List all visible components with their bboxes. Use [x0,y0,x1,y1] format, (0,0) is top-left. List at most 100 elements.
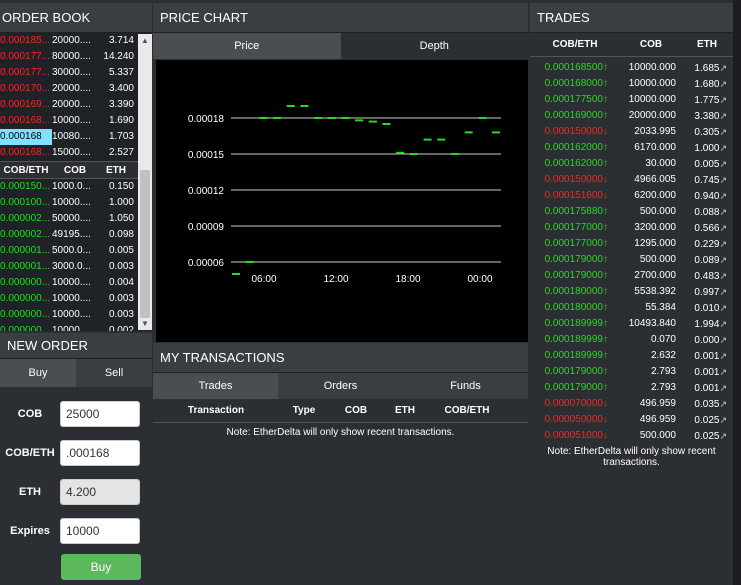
eth-label: ETH [19,485,41,498]
trades-list: 0.000168500↑ 10000.000 1.685↗ 0.000168000↑ 1… [530,57,733,444]
order-book-panel: ORDER BOOK 0.000185... 20000.... 3.714 0.00… [0,3,152,331]
external-link-icon[interactable]: ↗ [719,175,727,185]
trade-price: 0.000189999↑ [530,332,608,348]
trade-price-text: 0.000150000 [544,126,603,137]
tab-funds[interactable]: Funds [403,373,528,399]
external-link-icon[interactable]: ↗ [719,191,727,201]
trade-price: 0.000179000↑ [530,268,608,284]
external-link-icon[interactable]: ↗ [719,79,727,89]
col-transaction: Transaction [187,405,245,416]
order-book-total: 3.714 [108,35,134,46]
order-book-row[interactable]: 0.000168 10080.... 1.703 [0,129,138,145]
order-book-row[interactable]: 0.000100... 10000.... 1.000 [0,195,138,211]
order-book-row[interactable]: 0.000000... 10000.... 0.003 [0,291,138,307]
external-link-icon[interactable]: ↗ [719,239,727,249]
trade-eth: 0.005↗ [676,156,730,172]
order-book-row[interactable]: 0.000150... 1000.0... 0.150 [0,179,138,195]
trade-eth: 0.025↗ [676,412,730,428]
order-book-price: 0.000002... [0,213,51,224]
trade-row: 0.000168500↑ 10000.000 1.685↗ [530,60,733,76]
tab-trades[interactable]: Trades [153,373,278,399]
tab-price[interactable]: Price [153,33,341,59]
scroll-thumb[interactable] [140,170,150,318]
trade-eth-text: 0.745 [694,175,720,186]
trade-row: 0.000051000↓ 500.000 0.025↗ [530,428,733,444]
order-book-total: 3.400 [108,83,134,94]
external-link-icon[interactable]: ↗ [719,63,727,73]
trade-cob: 10000.000 [628,62,676,73]
external-link-icon[interactable]: ↗ [719,383,727,393]
order-book-row[interactable]: 0.000170... 20000.... 3.400 [0,81,138,97]
tab-buy[interactable]: Buy [0,359,76,387]
external-link-icon[interactable]: ↗ [719,143,727,153]
buy-button[interactable]: Buy [61,554,141,580]
order-book-row[interactable]: 0.000002... 49195.... 0.098 [0,227,138,243]
order-book-row[interactable]: 0.000185... 20000.... 3.714 [0,33,138,49]
order-book-row[interactable]: 0.000000... 10000.... 0.002 [0,323,138,331]
external-link-icon[interactable]: ↗ [719,127,727,137]
trade-row: 0.000179000↑ 500.000 0.089↗ [530,252,733,268]
external-link-icon[interactable]: ↗ [719,95,727,105]
external-link-icon[interactable]: ↗ [719,255,727,265]
price-label: COB/ETH [5,446,55,459]
external-link-icon[interactable]: ↗ [719,399,727,409]
cob-input[interactable] [60,400,140,427]
trade-price-text: 0.000168000 [544,78,603,89]
external-link-icon[interactable]: ↗ [719,351,727,361]
order-book-price: 0.000185... [0,35,51,46]
external-link-icon[interactable]: ↗ [719,415,727,425]
external-link-icon[interactable]: ↗ [719,319,727,329]
order-book-row[interactable]: 0.000177... 30000.... 5.337 [0,65,138,81]
trade-price: 0.000169000↑ [530,108,608,124]
order-book-row[interactable]: 0.000000... 10000.... 0.004 [0,275,138,291]
external-link-icon[interactable]: ↗ [719,287,727,297]
external-link-icon[interactable]: ↗ [719,431,727,441]
external-link-icon[interactable]: ↗ [719,223,727,233]
order-book-price: 0.000002... [0,229,51,240]
trade-cob: 4966.005 [634,174,676,185]
order-book-row[interactable]: 0.000168... 15000.... 2.527 [0,145,138,161]
price-input[interactable] [60,439,140,466]
external-link-icon[interactable]: ↗ [719,111,727,121]
external-link-icon[interactable]: ↗ [719,207,727,217]
trade-eth: 0.001↗ [676,380,730,396]
trade-eth-text: 1.994 [694,319,720,330]
external-link-icon[interactable]: ↗ [719,335,727,345]
order-book-row[interactable]: 0.000169... 20000.... 3.390 [0,97,138,113]
trade-eth: 0.001↗ [676,348,730,364]
scroll-down-icon[interactable]: ▼ [141,319,149,328]
trade-cob: 2700.000 [634,270,676,281]
order-book-row[interactable]: 0.000168... 10000.... 1.690 [0,113,138,129]
external-link-icon[interactable]: ↗ [719,159,727,169]
trade-eth: 0.035↗ [676,396,730,412]
trade-cob: 10493.840 [628,318,676,329]
trade-eth-text: 0.001 [694,351,720,362]
tab-depth[interactable]: Depth [340,33,528,59]
external-link-icon[interactable]: ↗ [719,271,727,281]
trade-cob: 10000.000 [628,78,676,89]
tab-sell[interactable]: Sell [76,359,152,387]
external-link-icon[interactable]: ↗ [719,367,727,377]
order-book-row[interactable]: 0.000001... 5000.0... 0.005 [0,243,138,259]
order-book-row[interactable]: 0.000000... 10000.... 0.003 [0,307,138,323]
trade-price-text: 0.000051000 [544,430,603,441]
order-book-scrollbar[interactable]: ▲ ▼ [138,34,152,330]
trade-eth-text: 3.380 [694,111,720,122]
trade-eth: 0.997↗ [676,284,730,300]
eth-input[interactable] [60,478,140,505]
trades-title: TRADES [530,3,733,33]
external-link-icon[interactable]: ↗ [719,303,727,313]
order-book-row[interactable]: 0.000002... 50000.... 1.050 [0,211,138,227]
my-transactions-header: Transaction Type COB ETH COB/ETH [153,399,528,423]
trade-row: 0.000050000↓ 496.959 0.025↗ [530,412,733,428]
trade-price-text: 0.000177500 [544,94,603,105]
trade-price: 0.000168000↑ [530,76,608,92]
trade-eth-text: 0.088 [694,207,720,218]
order-book-row[interactable]: 0.000177... 80000.... 14.240 [0,49,138,65]
scroll-up-icon[interactable]: ▲ [141,36,149,45]
tab-orders[interactable]: Orders [278,373,403,399]
order-book-row[interactable]: 0.000001... 3000.0... 0.003 [0,259,138,275]
trade-cob: 500.000 [639,254,676,265]
expires-input[interactable] [60,517,140,544]
trade-price-text: 0.000175880 [544,206,603,217]
